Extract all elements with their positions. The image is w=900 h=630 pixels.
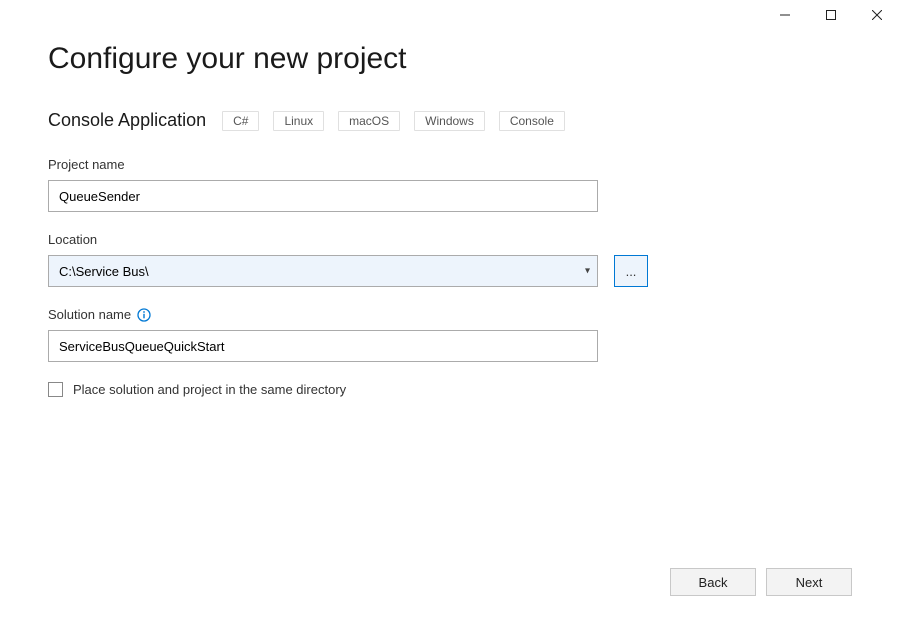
- template-name: Console Application: [48, 110, 206, 131]
- back-button[interactable]: Back: [670, 568, 756, 596]
- project-name-label: Project name: [48, 157, 852, 172]
- tag-macos: macOS: [338, 111, 400, 131]
- same-directory-label: Place solution and project in the same d…: [73, 382, 346, 397]
- maximize-icon: [826, 10, 836, 20]
- tag-linux: Linux: [273, 111, 324, 131]
- window-close-button[interactable]: [854, 0, 900, 30]
- project-name-input[interactable]: [48, 180, 598, 212]
- window-maximize-button[interactable]: [808, 0, 854, 30]
- browse-location-button[interactable]: ...: [614, 255, 648, 287]
- next-button[interactable]: Next: [766, 568, 852, 596]
- tag-console: Console: [499, 111, 565, 131]
- page-title: Configure your new project: [48, 42, 852, 76]
- solution-name-input[interactable]: [48, 330, 598, 362]
- template-info-row: Console Application C# Linux macOS Windo…: [48, 110, 852, 131]
- location-label: Location: [48, 232, 852, 247]
- minimize-icon: [780, 10, 790, 20]
- tag-windows: Windows: [414, 111, 485, 131]
- location-input[interactable]: [48, 255, 598, 287]
- solution-name-label: Solution name: [48, 307, 131, 322]
- same-directory-checkbox[interactable]: [48, 382, 63, 397]
- window-minimize-button[interactable]: [762, 0, 808, 30]
- tag-csharp: C#: [222, 111, 259, 131]
- info-icon[interactable]: [137, 308, 151, 322]
- close-icon: [872, 10, 882, 20]
